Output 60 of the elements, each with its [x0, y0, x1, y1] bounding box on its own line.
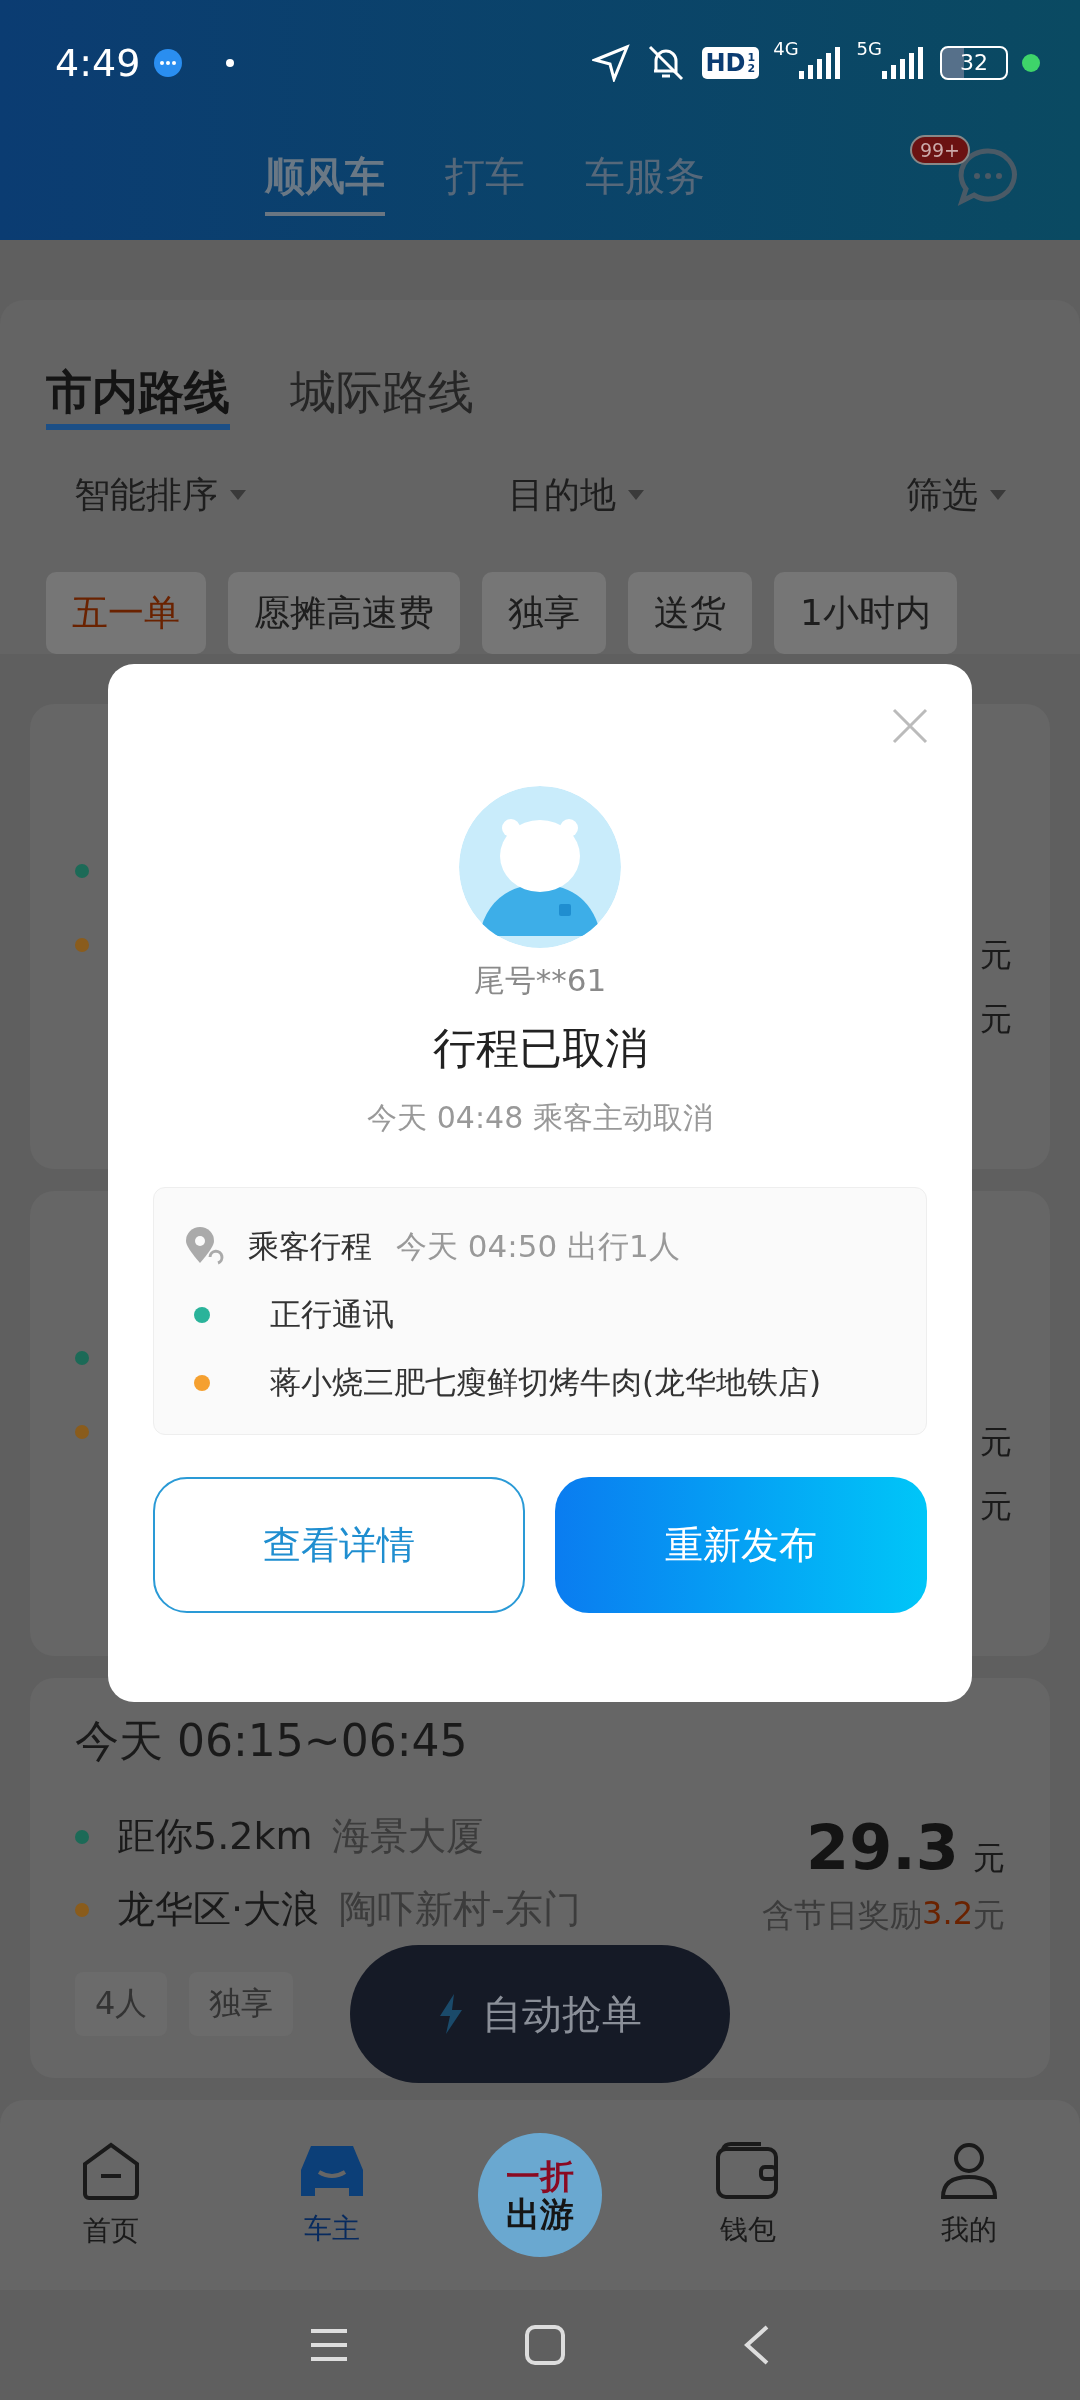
nav-tab[interactable]: 首页: [35, 2140, 186, 2250]
filter-chip[interactable]: 五一单: [46, 572, 206, 654]
header-tab[interactable]: 车服务: [585, 149, 705, 216]
status-time: 4:49: [55, 40, 141, 85]
home-square-icon[interactable]: [524, 2324, 566, 2366]
dot-icon: [226, 58, 235, 67]
caret-icon: [230, 490, 246, 500]
stop-name: 蒋小烧三肥七瘦鲜切烤牛肉(龙华地铁店): [270, 1363, 822, 1402]
sort-dropdown[interactable]: 筛选: [906, 470, 978, 520]
chat-notification-icon: [154, 48, 183, 77]
stop-name: 正行通讯: [270, 1295, 394, 1334]
filter-chip[interactable]: 独享: [482, 572, 606, 654]
network-label: 4G: [773, 38, 799, 59]
message-badge: 99+: [909, 135, 970, 165]
trip-tag: 独享: [189, 1972, 294, 2036]
trip-tag: 4人: [75, 1972, 168, 2036]
price-unit: 元: [980, 1422, 1012, 1463]
person-icon: [939, 2141, 1000, 2201]
price-unit: 元: [980, 1486, 1012, 1527]
location-pin-icon: [184, 1227, 224, 1267]
trip-info: 今天 04:50 出行1人: [396, 1227, 680, 1266]
network-label: 5G: [856, 38, 882, 59]
route-tab[interactable]: 城际路线: [290, 362, 474, 430]
nav-tab[interactable]: 钱包: [673, 2141, 824, 2249]
bonus-amount: 3.2: [922, 1894, 973, 1934]
nav-tab[interactable]: 我的: [894, 2141, 1045, 2249]
avatar-icon: [459, 786, 621, 948]
sort-dropdown[interactable]: 智能排序: [74, 470, 218, 520]
filter-chip[interactable]: 1小时内: [774, 572, 957, 654]
sort-dropdown[interactable]: 目的地: [508, 470, 616, 520]
route-tab[interactable]: 市内路线: [46, 362, 230, 430]
trip-time: 今天 06:15~06:45: [75, 1714, 469, 1768]
location-arrow-icon: [591, 43, 630, 82]
cancel-info: 今天 04:48 乘客主动取消: [367, 1099, 713, 1137]
filter-chip[interactable]: 送货: [628, 572, 752, 654]
status-dot-icon: [1022, 53, 1040, 72]
price: 29.3: [806, 1811, 959, 1884]
dialog-title: 行程已取消: [432, 1022, 648, 1075]
caret-icon: [628, 490, 644, 500]
filter-chip[interactable]: 愿摊高速费: [228, 572, 460, 654]
republish-button[interactable]: 重新发布: [555, 1477, 927, 1613]
lightning-icon: [438, 1994, 464, 2034]
signal-icon: [882, 46, 926, 79]
signal-icon: [798, 46, 843, 79]
battery-level: 32: [940, 45, 1008, 80]
auto-grab-button[interactable]: 自动抢单: [350, 1945, 730, 2083]
caret-icon: [990, 490, 1006, 500]
trip-label: 乘客行程: [248, 1227, 372, 1266]
nav-tab[interactable]: 车主: [256, 2142, 407, 2248]
price-unit: 元: [973, 1838, 1005, 1879]
stop-area: 龙华区·大浪: [117, 1884, 320, 1935]
price-unit: 元: [980, 999, 1012, 1040]
header-tab[interactable]: 打车: [445, 149, 525, 216]
passenger-id: 尾号**61: [473, 961, 607, 1000]
stop-area: 距你5.2km: [117, 1811, 313, 1862]
details-button[interactable]: 查看详情: [153, 1477, 525, 1613]
menu-icon[interactable]: [309, 2328, 349, 2362]
header-tab[interactable]: 顺风车: [265, 149, 385, 216]
price-unit: 元: [980, 935, 1012, 976]
promo-badge[interactable]: 一折 出游: [477, 2133, 602, 2257]
